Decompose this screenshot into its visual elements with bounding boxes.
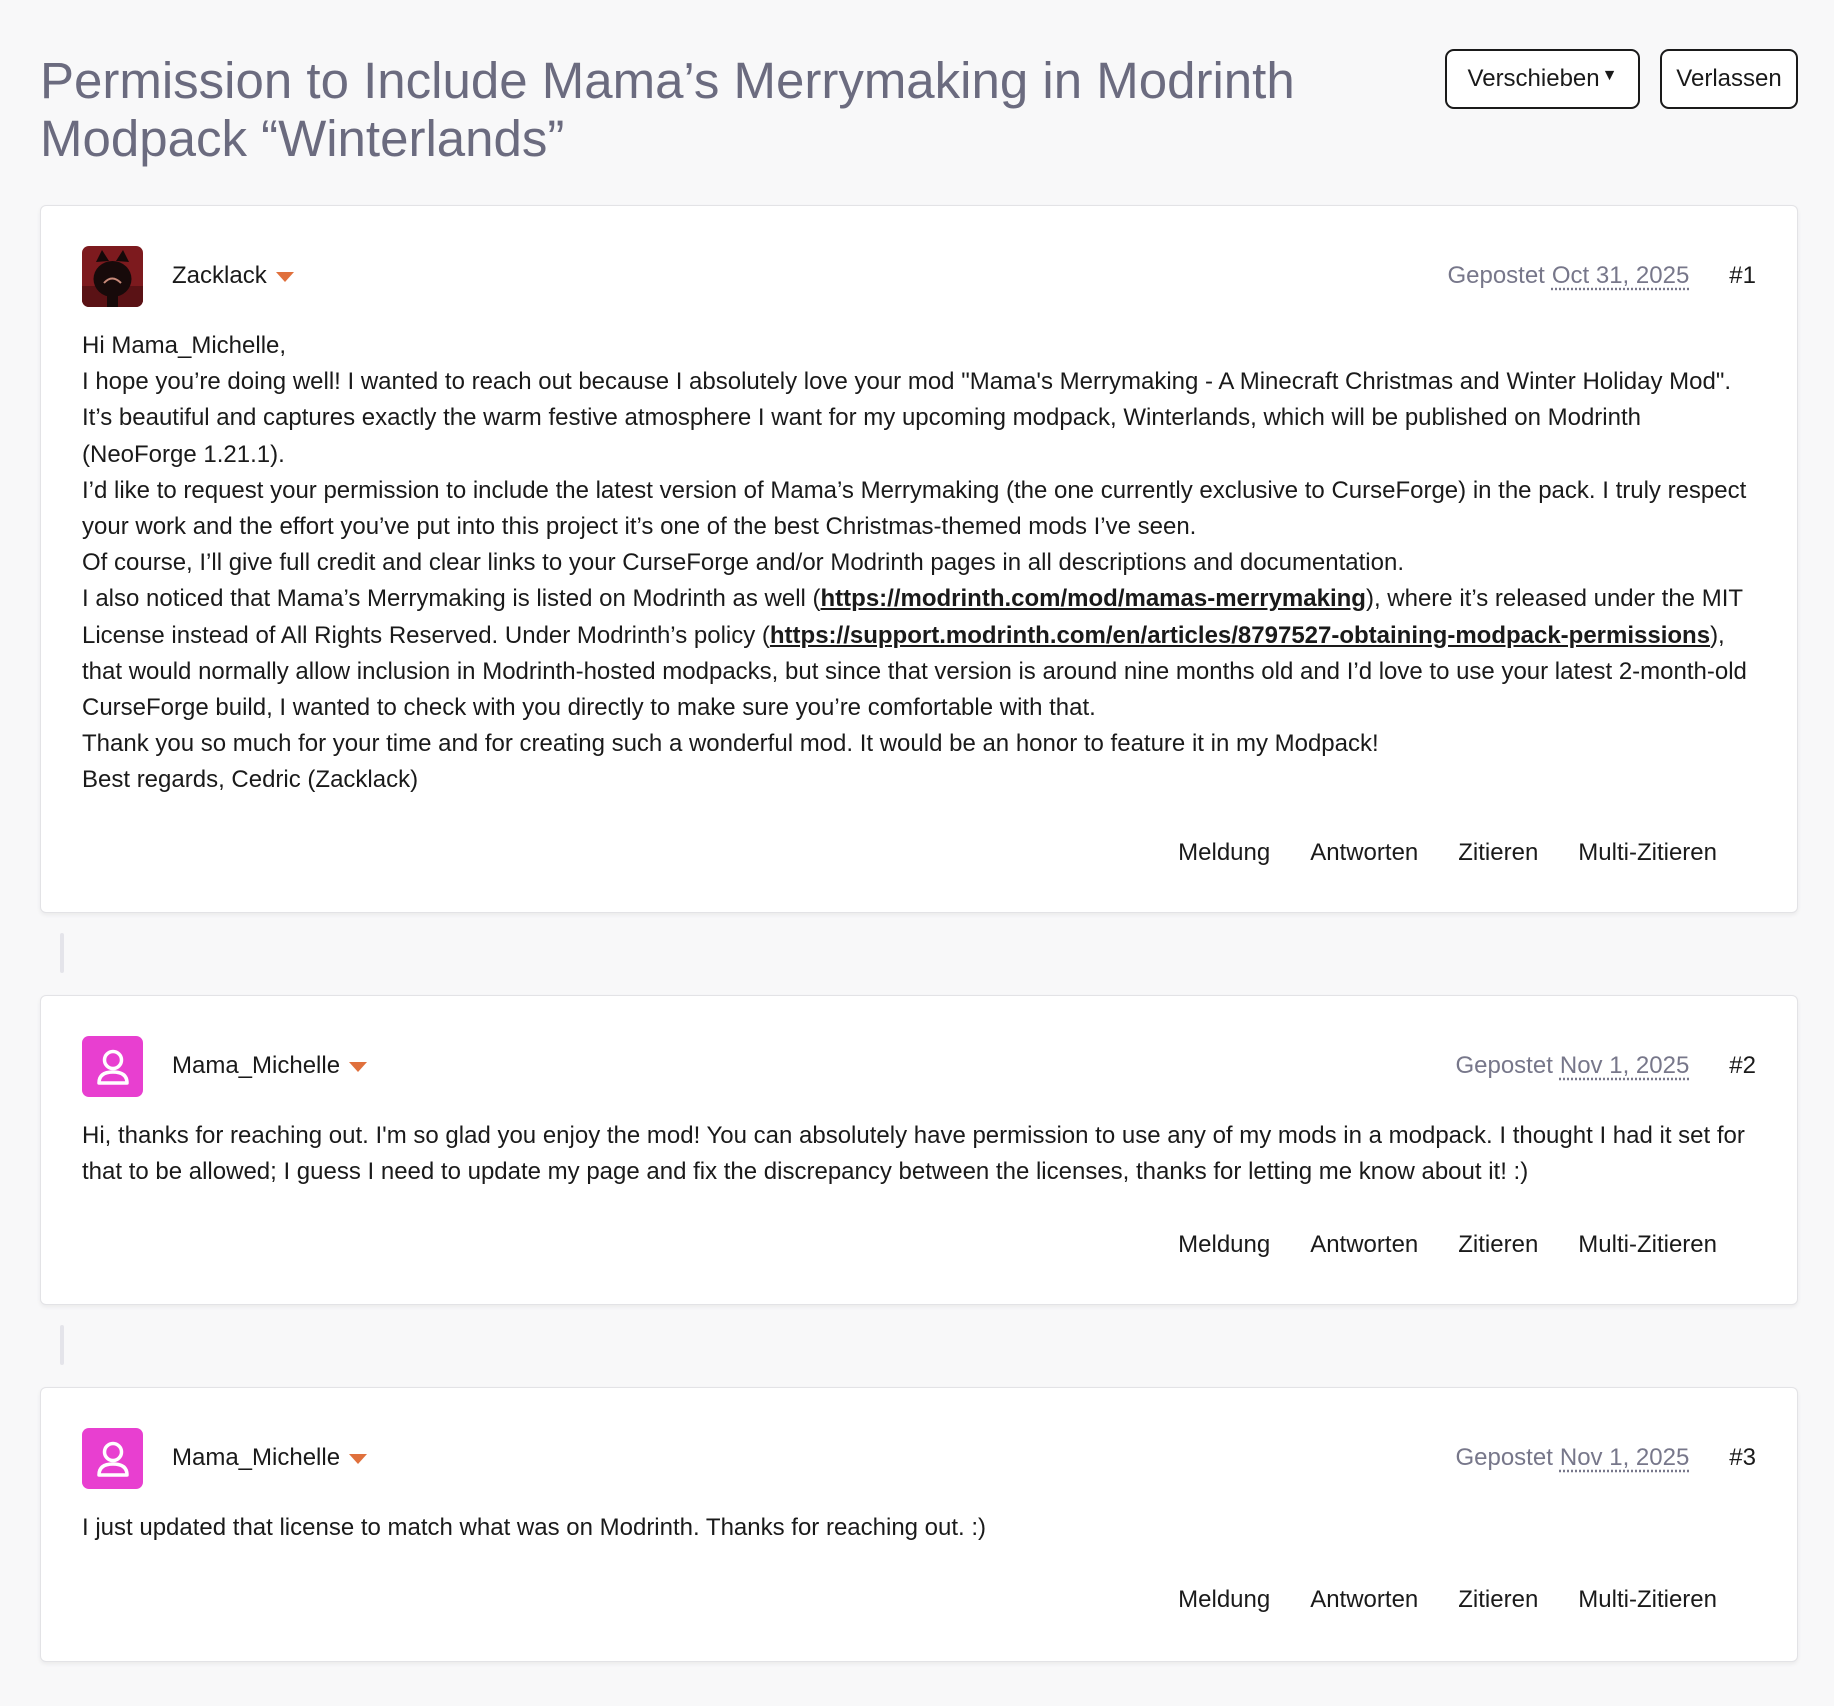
- caret-down-icon: ▼: [1601, 67, 1618, 84]
- post-actions: Meldung Antworten Zitieren Multi-Zitiere…: [1178, 1231, 1717, 1267]
- posted-label: Gepostet: [1455, 1052, 1553, 1079]
- post-meta: Gepostet Oct 31, 2025 #1: [1447, 262, 1756, 290]
- move-thread-button[interactable]: Verschieben ▼: [1445, 49, 1640, 109]
- page-title: Permission to Include Mama’s Merrymaking…: [40, 52, 1295, 167]
- post-number[interactable]: #3: [1729, 1444, 1756, 1472]
- post-connector: [60, 933, 64, 973]
- move-label: Verschieben: [1467, 65, 1600, 92]
- user-icon[interactable]: [82, 1036, 143, 1097]
- post-body: Hi, thanks for reaching out. I'm so glad…: [82, 1118, 1756, 1190]
- multi-quote-button[interactable]: Multi-Zitieren: [1578, 1231, 1717, 1267]
- post-meta: Gepostet Nov 1, 2025 #2: [1455, 1052, 1756, 1080]
- modrinth-policy-link[interactable]: https://support.modrinth.com/en/articles…: [770, 622, 1710, 649]
- author-name[interactable]: Zacklack: [172, 262, 294, 290]
- cat-avatar-icon[interactable]: [82, 246, 143, 307]
- reply-button[interactable]: Antworten: [1310, 1586, 1418, 1622]
- paragraph: Hi Mama_Michelle,: [82, 332, 287, 359]
- paragraph: Thank you so much for your time and for …: [82, 730, 1379, 758]
- post-date[interactable]: Oct 31, 2025: [1552, 262, 1689, 290]
- post-number[interactable]: #2: [1729, 1052, 1756, 1080]
- report-button[interactable]: Meldung: [1178, 1586, 1270, 1622]
- quote-button[interactable]: Zitieren: [1458, 1586, 1538, 1622]
- post-header: Zacklack Gepostet Oct 31, 2025 #1: [82, 246, 1756, 308]
- leave-thread-button[interactable]: Verlassen: [1660, 49, 1798, 109]
- post-3: Mama_Michelle Gepostet Nov 1, 2025 #3 I …: [40, 1387, 1798, 1662]
- text-segment: I also noticed that Mama’s Merrymaking i…: [82, 585, 821, 613]
- author-label: Zacklack: [172, 262, 267, 289]
- user-icon[interactable]: [82, 1428, 143, 1489]
- paragraph: Best regards, Cedric (Zacklack): [82, 766, 419, 794]
- post-date[interactable]: Nov 1, 2025: [1560, 1052, 1689, 1080]
- post-actions: Meldung Antworten Zitieren Multi-Zitiere…: [1178, 839, 1717, 875]
- paragraph: I’d like to request your permission to i…: [82, 476, 1747, 541]
- multi-quote-button[interactable]: Multi-Zitieren: [1578, 1586, 1717, 1622]
- post-actions: Meldung Antworten Zitieren Multi-Zitiere…: [1178, 1586, 1717, 1622]
- post-body: I just updated that license to match wha…: [82, 1510, 1756, 1546]
- posted-label: Gepostet: [1447, 262, 1545, 289]
- reply-button[interactable]: Antworten: [1310, 1231, 1418, 1267]
- paragraph: I just updated that license to match wha…: [82, 1514, 987, 1541]
- multi-quote-button[interactable]: Multi-Zitieren: [1578, 839, 1717, 875]
- post-number[interactable]: #1: [1729, 262, 1756, 290]
- post-1: Zacklack Gepostet Oct 31, 2025 #1 Hi Mam…: [40, 205, 1798, 913]
- post-connector: [60, 1325, 64, 1365]
- paragraph: Hi, thanks for reaching out. I'm so glad…: [82, 1122, 1745, 1186]
- modrinth-mod-link[interactable]: https://modrinth.com/mod/mamas-merrymaki…: [821, 585, 1366, 612]
- caret-down-icon: [275, 272, 294, 282]
- posted-label: Gepostet: [1455, 1444, 1553, 1471]
- post-2: Mama_Michelle Gepostet Nov 1, 2025 #2 Hi…: [40, 995, 1798, 1305]
- paragraph: I hope you’re doing well! I wanted to re…: [82, 368, 1732, 468]
- quote-button[interactable]: Zitieren: [1458, 1231, 1538, 1267]
- author-label: Mama_Michelle: [172, 1052, 341, 1079]
- quote-button[interactable]: Zitieren: [1458, 839, 1538, 875]
- report-button[interactable]: Meldung: [1178, 1231, 1270, 1267]
- caret-down-icon: [349, 1454, 368, 1464]
- report-button[interactable]: Meldung: [1178, 839, 1270, 875]
- post-body: Hi Mama_Michelle, I hope you’re doing we…: [82, 328, 1756, 799]
- author-label: Mama_Michelle: [172, 1444, 341, 1471]
- author-name[interactable]: Mama_Michelle: [172, 1444, 368, 1472]
- post-meta: Gepostet Nov 1, 2025 #3: [1455, 1444, 1756, 1472]
- author-name[interactable]: Mama_Michelle: [172, 1052, 368, 1080]
- caret-down-icon: [349, 1062, 368, 1072]
- reply-button[interactable]: Antworten: [1310, 839, 1418, 875]
- paragraph: I also noticed that Mama’s Merrymaking i…: [82, 581, 1756, 726]
- post-header: Mama_Michelle Gepostet Nov 1, 2025 #2: [82, 1036, 1756, 1098]
- paragraph: Of course, I’ll give full credit and cle…: [82, 549, 1405, 577]
- post-header: Mama_Michelle Gepostet Nov 1, 2025 #3: [82, 1428, 1756, 1490]
- page-header: Permission to Include Mama’s Merrymaking…: [40, 44, 1798, 167]
- post-date[interactable]: Nov 1, 2025: [1560, 1444, 1689, 1472]
